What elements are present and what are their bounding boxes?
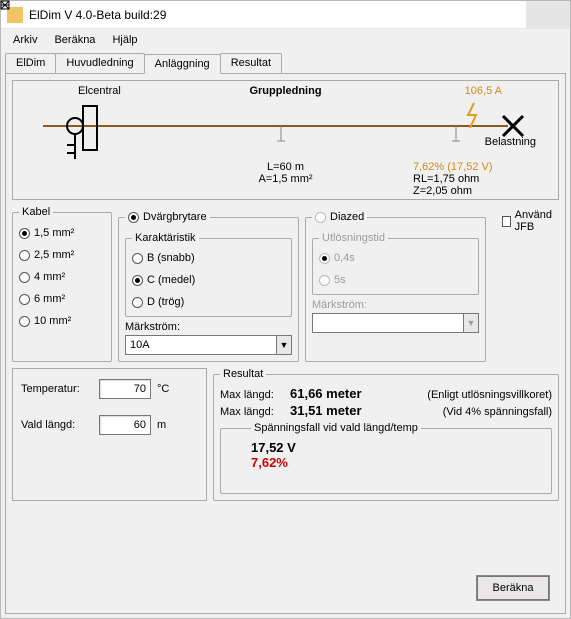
- tab-content: Elcentral Gruppledning 106,5 A Belastnin…: [5, 73, 566, 614]
- chevron-down-icon: ▼: [463, 313, 479, 333]
- dvarg-markstrom-input[interactable]: [125, 335, 276, 355]
- diagram-svg: [13, 81, 558, 201]
- radio-icon: [19, 316, 30, 327]
- app-window: ElDim V 4.0-Beta build:29 Arkiv Beräkna …: [0, 0, 571, 619]
- radio-icon: [19, 272, 30, 283]
- tab-eldim[interactable]: ElDim: [5, 53, 56, 73]
- diazed-radio[interactable]: Diazed: [312, 206, 367, 228]
- radio-icon: [315, 212, 326, 223]
- kabel-opt-4[interactable]: 4 mm²: [19, 266, 105, 288]
- kabel-opt-10[interactable]: 10 mm²: [19, 310, 105, 332]
- radio-icon: [19, 294, 30, 305]
- temperatur-input[interactable]: [99, 379, 151, 399]
- radio-icon: [132, 253, 143, 264]
- dvarg-markstrom-label: Märkström:: [125, 321, 292, 333]
- diazed-markstrom-label: Märkström:: [312, 299, 479, 311]
- diazed-markstrom-combo: ▼: [312, 313, 479, 333]
- utl-opt-04: 0,4s: [319, 247, 472, 269]
- jfb-column: Använd JFB: [492, 206, 559, 362]
- radio-icon: [132, 297, 143, 308]
- tab-resultat[interactable]: Resultat: [220, 53, 282, 73]
- temperatur-unit: °C: [157, 383, 177, 395]
- kabel-opt-6[interactable]: 6 mm²: [19, 288, 105, 310]
- radio-icon: [19, 228, 30, 239]
- jfb-checkbox[interactable]: Använd JFB: [502, 210, 559, 232]
- menubar: Arkiv Beräkna Hjälp: [1, 29, 570, 51]
- radio-icon: [19, 250, 30, 261]
- vald-langd-input[interactable]: [99, 415, 151, 435]
- max2-value: 31,51 meter: [290, 403, 362, 418]
- karaktaristik-group: Karaktäristik B (snabb) C (medel) D (trö…: [125, 232, 292, 317]
- window-title: ElDim V 4.0-Beta build:29: [29, 8, 438, 22]
- kar-opt-c[interactable]: C (medel): [132, 269, 285, 291]
- utl-opt-5: 5s: [319, 269, 472, 291]
- kar-opt-b[interactable]: B (snabb): [132, 247, 285, 269]
- diazed-group: Diazed Utlösningstid 0,4s 5s Märkström: …: [305, 206, 486, 362]
- radio-icon: [132, 275, 143, 286]
- vald-langd-unit: m: [157, 419, 177, 431]
- chevron-down-icon[interactable]: ▼: [276, 335, 292, 355]
- max1-value: 61,66 meter: [290, 386, 362, 401]
- menu-berakna[interactable]: Beräkna: [48, 32, 101, 48]
- dvarg-radio[interactable]: Dvärgbrytare: [125, 206, 210, 228]
- radio-icon: [319, 253, 330, 264]
- close-button[interactable]: [526, 1, 570, 29]
- kabel-opt-1-5[interactable]: 1,5 mm²: [19, 222, 105, 244]
- vald-langd-label: Vald längd:: [21, 419, 93, 431]
- dvarg-markstrom-combo[interactable]: ▼: [125, 335, 292, 355]
- utlosningstid-group: Utlösningstid 0,4s 5s: [312, 232, 479, 295]
- menu-arkiv[interactable]: Arkiv: [7, 32, 43, 48]
- diazed-markstrom-input: [312, 313, 463, 333]
- kar-opt-d[interactable]: D (trög): [132, 291, 285, 313]
- circuit-diagram: Elcentral Gruppledning 106,5 A Belastnin…: [12, 80, 559, 200]
- max1-label: Max längd:: [220, 389, 290, 401]
- tab-anlaggning[interactable]: Anläggning: [144, 54, 221, 74]
- utlosningstid-legend: Utlösningstid: [319, 232, 388, 244]
- resultat-group: Resultat Max längd: 61,66 meter (Enligt …: [213, 368, 559, 501]
- karaktaristik-legend: Karaktäristik: [132, 232, 199, 244]
- footer: Beräkna: [12, 569, 559, 607]
- radio-icon: [319, 275, 330, 286]
- spanningsfall-group: Spänningsfall vid vald längd/temp 17,52 …: [220, 422, 552, 494]
- max2-note: (Vid 4% spänningsfall): [443, 406, 552, 418]
- temperatur-label: Temperatur:: [21, 383, 93, 395]
- menu-hjalp[interactable]: Hjälp: [106, 32, 143, 48]
- kabel-group: Kabel 1,5 mm² 2,5 mm² 4 mm² 6 mm² 10 mm²: [12, 206, 112, 362]
- tabstrip: ElDim Huvudledning Anläggning Resultat: [1, 51, 570, 73]
- spanningsfall-pct: 7,62%: [251, 455, 541, 470]
- spanningsfall-volt: 17,52 V: [251, 440, 541, 455]
- minimize-button[interactable]: [438, 1, 482, 29]
- checkbox-icon: [502, 216, 511, 227]
- jfb-label: Använd JFB: [515, 209, 559, 233]
- tab-huvudledning[interactable]: Huvudledning: [55, 53, 144, 73]
- dvargbrytare-group: Dvärgbrytare Karaktäristik B (snabb) C (…: [118, 206, 299, 362]
- kabel-legend: Kabel: [19, 206, 53, 218]
- kabel-opt-2-5[interactable]: 2,5 mm²: [19, 244, 105, 266]
- spanningsfall-legend: Spänningsfall vid vald längd/temp: [251, 422, 421, 434]
- berakna-button[interactable]: Beräkna: [477, 576, 549, 600]
- close-icon: [0, 0, 10, 10]
- max2-label: Max längd:: [220, 406, 290, 418]
- max1-note: (Enligt utlösningsvillkoret): [427, 389, 552, 401]
- maximize-button[interactable]: [482, 1, 526, 29]
- radio-icon: [128, 212, 139, 223]
- resultat-legend: Resultat: [220, 368, 266, 380]
- settings-panel: Temperatur: °C Vald längd: m: [12, 368, 207, 501]
- titlebar: ElDim V 4.0-Beta build:29: [1, 1, 570, 29]
